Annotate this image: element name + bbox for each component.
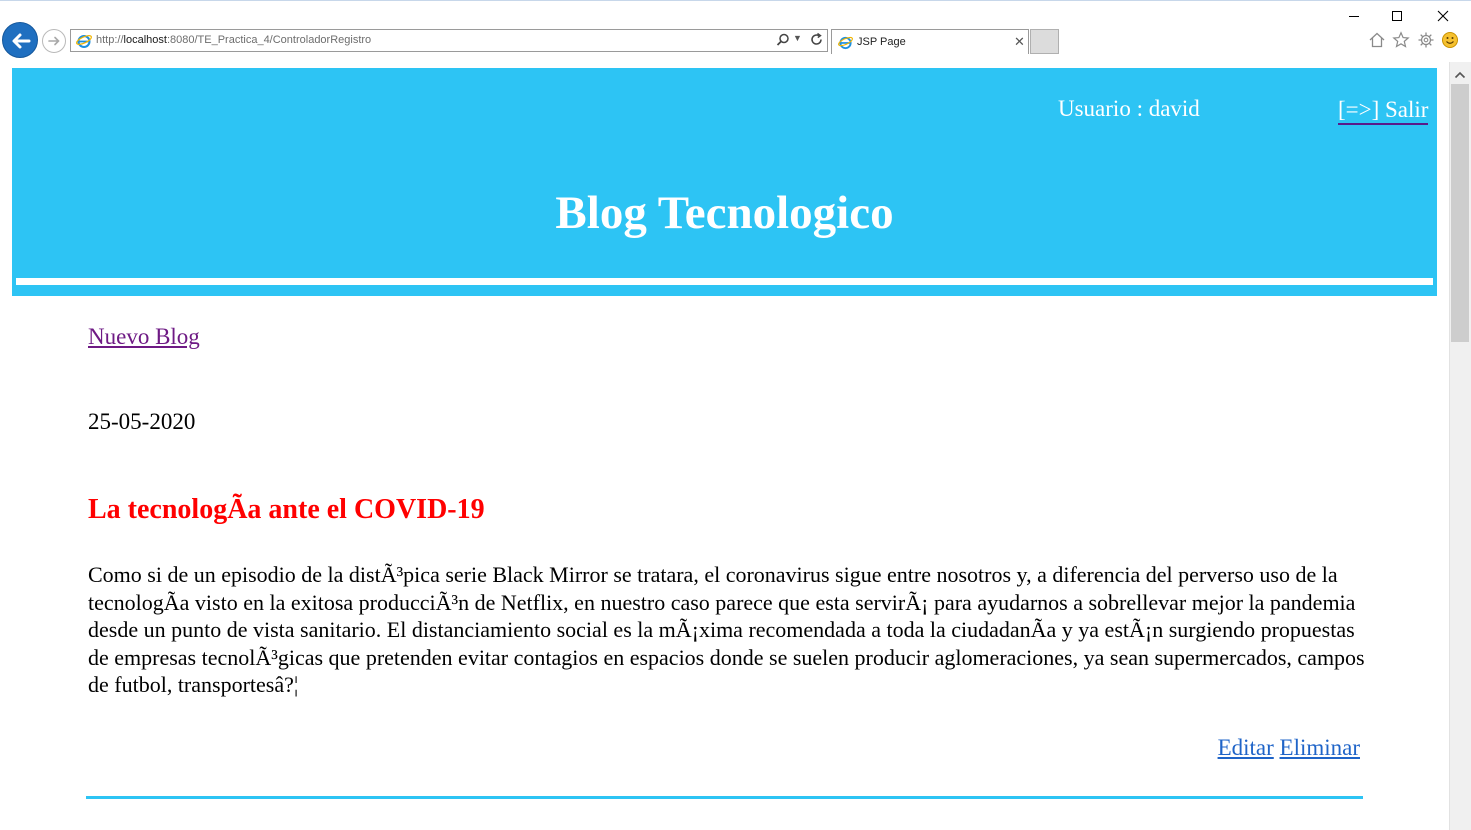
back-arrow-icon: [12, 33, 31, 49]
address-bar[interactable]: http://localhost:8080/TE_Practica_4/Cont…: [70, 29, 828, 52]
refresh-icon[interactable]: [809, 32, 824, 47]
page-viewport: Usuario : david [=>] Salir Blog Tecnolog…: [0, 62, 1449, 830]
logout-link[interactable]: [=>] Salir: [1338, 96, 1429, 125]
smiley-icon[interactable]: [1441, 31, 1459, 49]
window-top-border: [0, 0, 1471, 1]
close-icon[interactable]: ✕: [1014, 34, 1025, 50]
chevron-down-icon[interactable]: ▼: [793, 33, 802, 43]
delete-link[interactable]: Eliminar: [1280, 735, 1360, 760]
chevron-up-icon[interactable]: [1454, 70, 1466, 80]
ie-icon: [838, 36, 853, 50]
home-icon[interactable]: [1368, 31, 1386, 49]
maximize-icon[interactable]: [1386, 6, 1408, 26]
back-button[interactable]: [2, 22, 38, 58]
vertical-scrollbar[interactable]: [1449, 62, 1471, 830]
site-title: Blog Tecnologico: [555, 187, 894, 239]
post-date: 25-05-2020: [88, 409, 196, 434]
browser-tab[interactable]: JSP Page ✕: [831, 29, 1029, 54]
ie-icon: [76, 35, 92, 48]
edit-link[interactable]: Editar: [1218, 735, 1274, 760]
tab-title: JSP Page: [857, 36, 906, 48]
browser-chrome: http://localhost:8080/TE_Practica_4/Cont…: [0, 0, 1471, 62]
user-label: Usuario : david: [1058, 96, 1200, 121]
new-tab-button[interactable]: [1030, 29, 1059, 54]
search-icon[interactable]: [776, 33, 790, 47]
star-icon[interactable]: [1392, 31, 1410, 49]
post-actions: Editar Eliminar: [1218, 735, 1360, 761]
post-title: La tecnologÃa ante el COVID-19: [88, 494, 485, 525]
url-text: http://localhost:8080/TE_Practica_4/Cont…: [96, 34, 372, 46]
gear-icon[interactable]: [1417, 31, 1435, 49]
new-blog-link[interactable]: Nuevo Blog: [88, 324, 200, 350]
scrollbar-thumb[interactable]: [1451, 84, 1469, 342]
header-divider: [16, 278, 1433, 285]
close-icon[interactable]: [1432, 6, 1454, 26]
post-body: Como si de un episodio de la distÃ³pica …: [88, 562, 1365, 698]
forward-arrow-icon: [48, 36, 60, 46]
post-divider: [86, 796, 1363, 799]
site-header: Usuario : david [=>] Salir Blog Tecnolog…: [12, 68, 1437, 296]
forward-button[interactable]: [42, 29, 66, 53]
minimize-icon[interactable]: [1343, 6, 1365, 26]
